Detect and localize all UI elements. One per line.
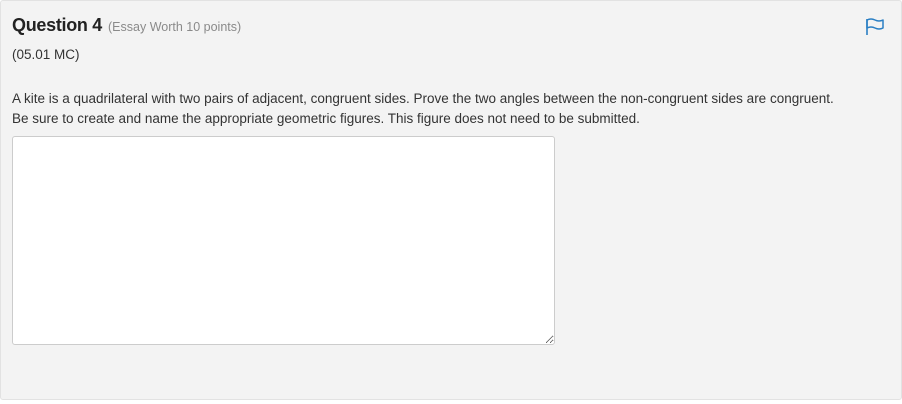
question-card: Question 4 (Essay Worth 10 points) (05.0… (0, 0, 902, 400)
question-prompt: A kite is a quadrilateral with two pairs… (12, 89, 892, 128)
essay-answer-textarea[interactable] (12, 136, 555, 345)
question-code: (05.01 MC) (12, 47, 80, 62)
question-worth: (Essay Worth 10 points) (108, 20, 242, 34)
question-prompt-line-1: A kite is a quadrilateral with two pairs… (12, 91, 834, 106)
question-prompt-line-2: Be sure to create and name the appropria… (12, 110, 640, 126)
question-title: Question 4 (12, 15, 103, 35)
flag-icon[interactable] (865, 18, 885, 36)
question-header: Question 4 (Essay Worth 10 points) (12, 15, 241, 36)
